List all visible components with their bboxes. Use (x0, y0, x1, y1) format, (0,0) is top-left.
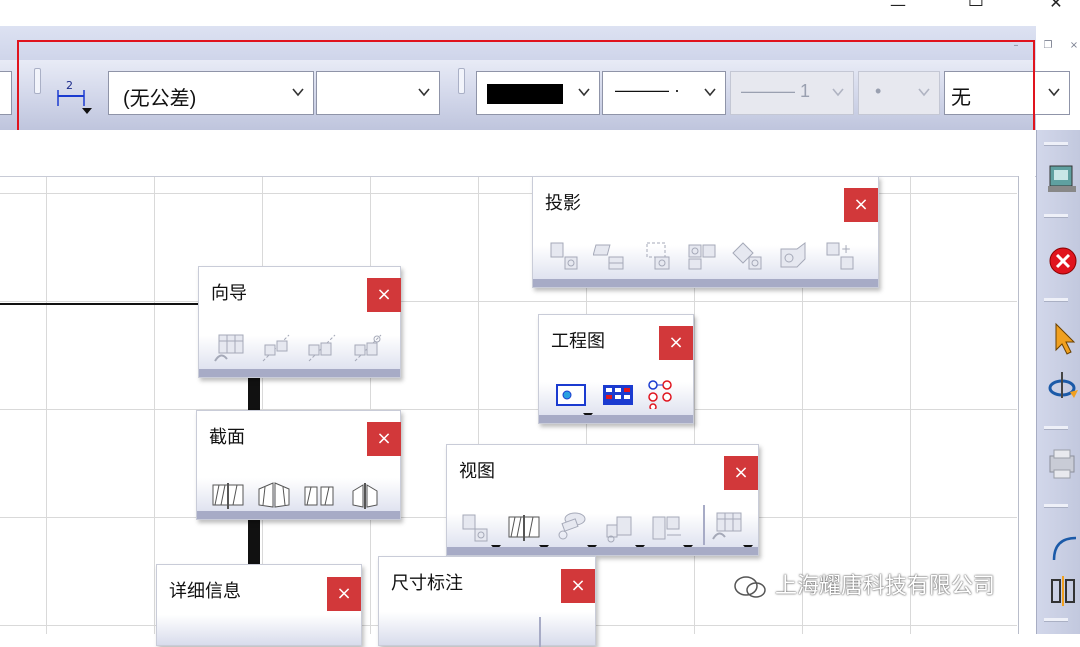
offset-section-icon[interactable] (349, 481, 383, 511)
maximize-button[interactable]: ☐ (956, 0, 996, 10)
toolbar-separator (1044, 618, 1068, 622)
add-view-icon[interactable]: + (823, 241, 857, 271)
section-view-icon[interactable] (303, 481, 337, 511)
grid-layout-icon[interactable] (601, 381, 635, 411)
panel-footer (199, 369, 400, 377)
panel-close-button[interactable]: × (327, 577, 361, 611)
detail-view-icon[interactable] (603, 513, 637, 543)
panel-footer (447, 547, 758, 555)
clipping-view-icon[interactable] (639, 241, 673, 271)
panel-title: 详细信息 (169, 581, 241, 602)
vertical-scrollbar[interactable] (1018, 176, 1035, 634)
window-title-bar (0, 0, 1080, 26)
rotate-icon[interactable] (1046, 368, 1078, 404)
panel-close-button[interactable]: × (659, 326, 693, 360)
panel-close-button[interactable]: × (367, 278, 401, 312)
panel-title: 视图 (459, 461, 495, 482)
panel-close-button[interactable]: × (561, 569, 595, 603)
drawing-panel: 工程图 × (538, 314, 694, 424)
toolbar-separator (703, 505, 705, 545)
break-view-icon[interactable] (555, 511, 589, 541)
clipped-combo[interactable] (0, 71, 12, 115)
tree-connector-line (248, 520, 260, 566)
section-cut-icon[interactable] (211, 481, 245, 511)
view-panel: 视图 × (446, 444, 759, 556)
tree-connector-line (0, 303, 200, 305)
toolbar-separator (1044, 142, 1068, 146)
toolbar-separator (1044, 504, 1068, 508)
toolbar-separator (539, 617, 541, 647)
projection-view-icon[interactable] (547, 241, 581, 271)
aligned-section-icon[interactable] (257, 481, 291, 511)
tree-connector-line (248, 376, 260, 410)
front-view-icon[interactable] (685, 241, 719, 271)
mdi-restore-button[interactable]: ❐ (1038, 40, 1058, 52)
clip-view-icon[interactable] (651, 513, 685, 543)
symmetry-icon[interactable] (1048, 574, 1078, 608)
panel-footer (533, 279, 878, 287)
panel-footer (197, 511, 400, 519)
drawing-header-area (0, 130, 1036, 177)
layout-view-icon[interactable] (459, 513, 493, 543)
close-button[interactable]: ✕ (1036, 0, 1076, 12)
select-arrow-icon[interactable] (1050, 322, 1078, 356)
projection-panel: 投影 × + (532, 176, 879, 288)
panel-title: 投影 (545, 193, 581, 214)
auxiliary-view-icon[interactable] (593, 241, 627, 271)
panel-title: 向导 (211, 283, 247, 304)
toolbar-highlight-box (17, 40, 1035, 141)
3d-view-icon[interactable] (777, 241, 811, 271)
section-panel: 截面 × (196, 410, 401, 520)
mirror-view-icon[interactable] (259, 333, 293, 363)
minimize-button[interactable]: — (878, 0, 918, 14)
panel-title: 工程图 (551, 331, 605, 352)
panel-title: 尺寸标注 (391, 573, 463, 594)
arc-icon[interactable] (1048, 532, 1078, 564)
view-links-icon[interactable] (647, 379, 681, 409)
mirror-view-3-icon[interactable] (351, 333, 385, 363)
mdi-close-button[interactable]: × (1064, 40, 1080, 52)
panel-footer (539, 415, 693, 423)
wizard-panel: 向导 × (198, 266, 401, 378)
dimension-panel: 尺寸标注 × (378, 556, 596, 647)
table-wizard-icon[interactable] (213, 333, 247, 363)
catalog-icon[interactable] (1046, 160, 1078, 196)
section-tool-icon[interactable] (507, 513, 541, 543)
panel-close-button[interactable]: × (844, 188, 878, 222)
print-icon[interactable] (1046, 446, 1078, 482)
isometric-view-icon[interactable] (731, 241, 765, 271)
new-view-icon[interactable] (555, 381, 589, 411)
toolbar-separator (1044, 214, 1068, 218)
panel-close-button[interactable]: × (367, 422, 401, 456)
panel-close-button[interactable]: × (724, 456, 758, 490)
chevron-down-icon (1048, 88, 1060, 97)
toolbar-separator (1044, 426, 1068, 430)
svg-text:+: + (841, 242, 851, 256)
wechat-icon (734, 576, 766, 598)
wizard-view-icon[interactable] (711, 511, 745, 541)
mirror-view-2-icon[interactable] (305, 333, 339, 363)
panel-title: 截面 (209, 427, 245, 448)
stop-icon[interactable] (1048, 246, 1078, 276)
watermark: 上海耀唐科技有限公司 (732, 568, 995, 604)
toolbar-separator (1044, 298, 1068, 302)
watermark-text: 上海耀唐科技有限公司 (775, 574, 996, 599)
